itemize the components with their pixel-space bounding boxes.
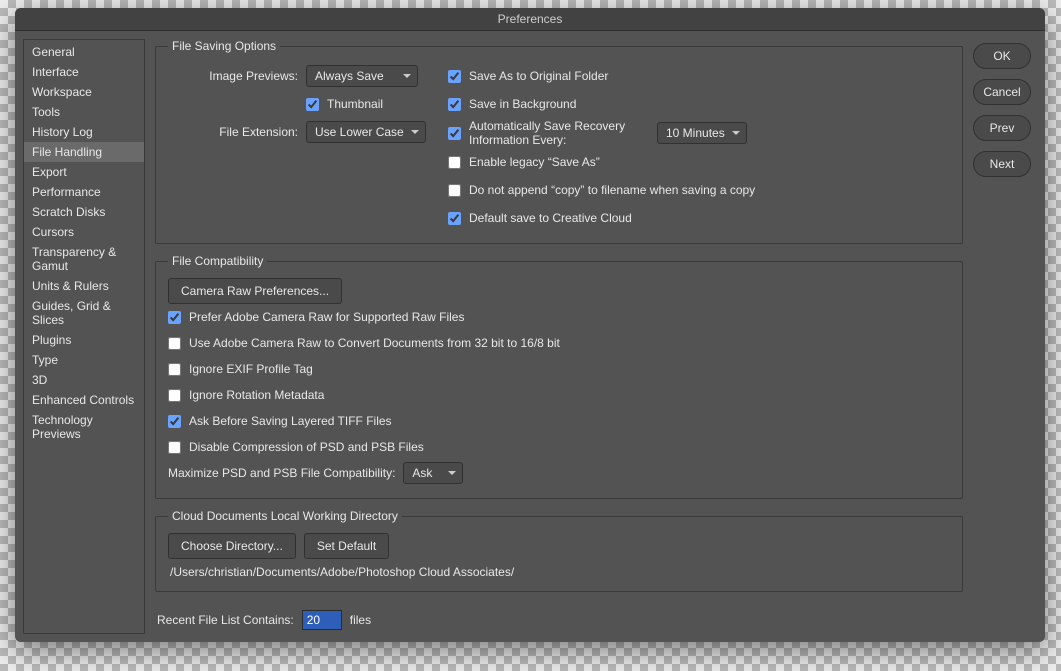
- cloud-directory-path: /Users/christian/Documents/Adobe/Photosh…: [168, 559, 950, 579]
- no-append-copy-checkbox[interactable]: [448, 184, 461, 197]
- ignore-exif-label[interactable]: Ignore EXIF Profile Tag: [189, 362, 313, 376]
- save-original-folder-label[interactable]: Save As to Original Folder: [469, 69, 608, 83]
- file-compatibility-legend: File Compatibility: [168, 254, 267, 268]
- default-save-cc-label[interactable]: Default save to Creative Cloud: [469, 211, 632, 225]
- sidebar-item-units-rulers[interactable]: Units & Rulers: [24, 276, 144, 296]
- save-in-background-label[interactable]: Save in Background: [469, 97, 576, 111]
- ask-tiff-label[interactable]: Ask Before Saving Layered TIFF Files: [189, 414, 392, 428]
- ignore-rotation-checkbox[interactable]: [168, 389, 181, 402]
- sidebar-item-export[interactable]: Export: [24, 162, 144, 182]
- use-acr-convert-checkbox[interactable]: [168, 337, 181, 350]
- sidebar-item-history-log[interactable]: History Log: [24, 122, 144, 142]
- save-in-background-checkbox[interactable]: [448, 98, 461, 111]
- sidebar-item-technology-previews[interactable]: Technology Previews: [24, 410, 144, 444]
- preferences-window: Preferences GeneralInterfaceWorkspaceToo…: [15, 8, 1045, 642]
- camera-raw-preferences-button[interactable]: Camera Raw Preferences...: [168, 278, 342, 304]
- recent-files-suffix: files: [350, 613, 371, 627]
- save-original-folder-checkbox[interactable]: [448, 70, 461, 83]
- image-previews-label: Image Previews:: [168, 69, 298, 83]
- set-default-button[interactable]: Set Default: [304, 533, 389, 559]
- disable-compression-label[interactable]: Disable Compression of PSD and PSB Files: [189, 440, 424, 454]
- prefer-acr-checkbox[interactable]: [168, 311, 181, 324]
- sidebar-item-plugins[interactable]: Plugins: [24, 330, 144, 350]
- file-saving-options-group: File Saving Options Image Previews: Alwa…: [155, 39, 963, 244]
- category-sidebar: GeneralInterfaceWorkspaceToolsHistory Lo…: [23, 39, 145, 634]
- ok-button[interactable]: OK: [973, 43, 1031, 69]
- sidebar-item-transparency-gamut[interactable]: Transparency & Gamut: [24, 242, 144, 276]
- sidebar-item-general[interactable]: General: [24, 42, 144, 62]
- sidebar-item-workspace[interactable]: Workspace: [24, 82, 144, 102]
- choose-directory-button[interactable]: Choose Directory...: [168, 533, 296, 559]
- sidebar-item-enhanced-controls[interactable]: Enhanced Controls: [24, 390, 144, 410]
- recent-files-label: Recent File List Contains:: [157, 613, 294, 627]
- thumbnail-checkbox[interactable]: [306, 98, 319, 111]
- default-save-cc-checkbox[interactable]: [448, 212, 461, 225]
- cloud-documents-legend: Cloud Documents Local Working Directory: [168, 509, 402, 523]
- enable-legacy-save-as-label[interactable]: Enable legacy “Save As”: [469, 155, 600, 169]
- ask-tiff-checkbox[interactable]: [168, 415, 181, 428]
- prefer-acr-label[interactable]: Prefer Adobe Camera Raw for Supported Ra…: [189, 310, 464, 324]
- ignore-exif-checkbox[interactable]: [168, 363, 181, 376]
- max-compat-select[interactable]: Ask: [403, 462, 463, 484]
- ignore-rotation-label[interactable]: Ignore Rotation Metadata: [189, 388, 324, 402]
- sidebar-item-3d[interactable]: 3D: [24, 370, 144, 390]
- no-append-copy-label[interactable]: Do not append “copy” to filename when sa…: [469, 183, 755, 197]
- image-previews-select[interactable]: Always Save: [306, 65, 418, 87]
- sidebar-item-performance[interactable]: Performance: [24, 182, 144, 202]
- sidebar-item-scratch-disks[interactable]: Scratch Disks: [24, 202, 144, 222]
- use-acr-convert-label[interactable]: Use Adobe Camera Raw to Convert Document…: [189, 336, 560, 350]
- next-button[interactable]: Next: [973, 151, 1031, 177]
- window-title: Preferences: [498, 12, 563, 26]
- file-extension-select[interactable]: Use Lower Case: [306, 121, 426, 143]
- auto-save-recovery-checkbox[interactable]: [448, 127, 461, 140]
- file-saving-options-legend: File Saving Options: [168, 39, 280, 53]
- sidebar-item-cursors[interactable]: Cursors: [24, 222, 144, 242]
- sidebar-item-type[interactable]: Type: [24, 350, 144, 370]
- recent-files-input[interactable]: [302, 610, 342, 630]
- file-extension-label: File Extension:: [168, 125, 298, 139]
- file-compatibility-group: File Compatibility Camera Raw Preference…: [155, 254, 963, 499]
- thumbnail-label[interactable]: Thumbnail: [327, 97, 383, 111]
- cancel-button[interactable]: Cancel: [973, 79, 1031, 105]
- cloud-documents-group: Cloud Documents Local Working Directory …: [155, 509, 963, 592]
- max-compat-label: Maximize PSD and PSB File Compatibility:: [168, 466, 395, 480]
- sidebar-item-tools[interactable]: Tools: [24, 102, 144, 122]
- prev-button[interactable]: Prev: [973, 115, 1031, 141]
- titlebar: Preferences: [15, 8, 1045, 31]
- disable-compression-checkbox[interactable]: [168, 441, 181, 454]
- auto-save-interval-select[interactable]: 10 Minutes: [657, 122, 747, 144]
- sidebar-item-guides-grid-slices[interactable]: Guides, Grid & Slices: [24, 296, 144, 330]
- auto-save-recovery-label[interactable]: Automatically Save Recovery Information …: [469, 119, 649, 147]
- enable-legacy-save-as-checkbox[interactable]: [448, 156, 461, 169]
- sidebar-item-interface[interactable]: Interface: [24, 62, 144, 82]
- sidebar-item-file-handling[interactable]: File Handling: [24, 142, 144, 162]
